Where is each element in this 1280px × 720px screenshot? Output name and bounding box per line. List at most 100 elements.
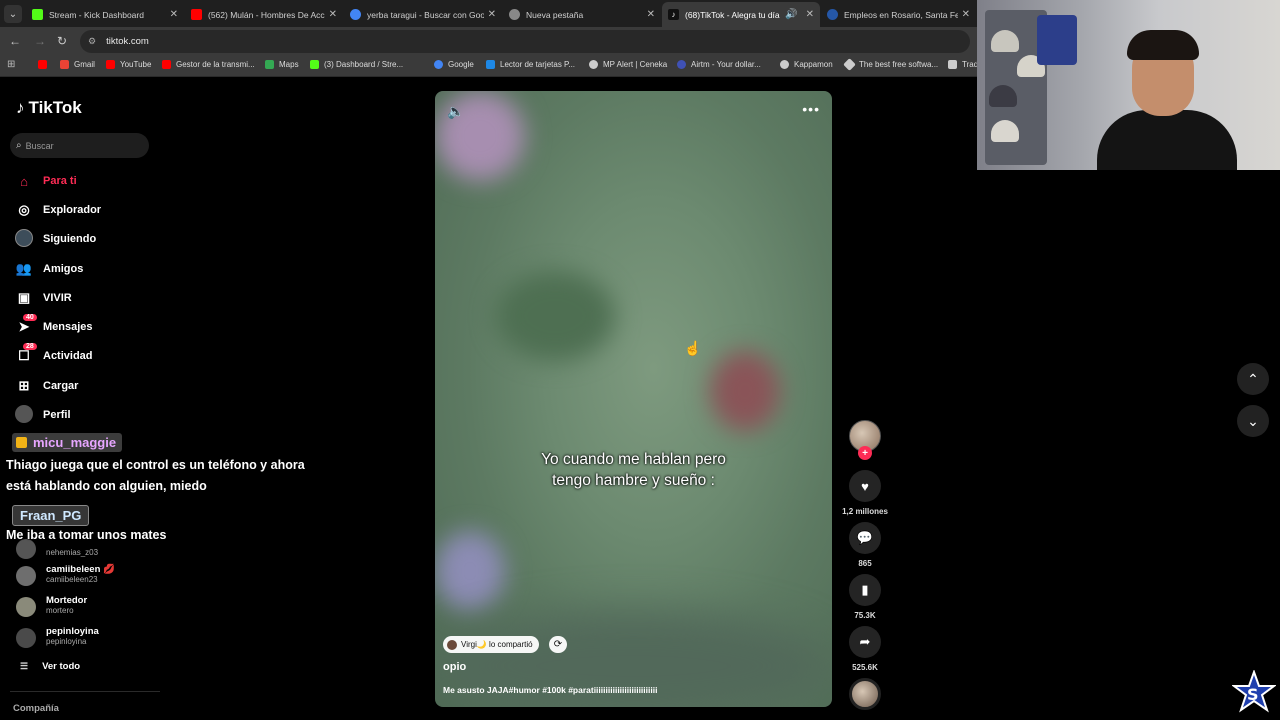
share-button[interactable]: ➦ 525.6K [849, 626, 881, 672]
reload-icon[interactable]: ↻ [57, 34, 67, 48]
nav-amigos[interactable]: 👥 Amigos [14, 259, 83, 279]
tiktok-logo[interactable]: ♪ TikTok [16, 98, 82, 118]
bookmark-gestor-transmision[interactable]: Gestor de la transmi... [162, 60, 255, 69]
company-link[interactable]: Compañía [13, 703, 59, 714]
site-info-icon[interactable]: ⚙ [88, 36, 96, 47]
card-reader-icon [486, 60, 495, 69]
forward-icon[interactable]: → [34, 34, 46, 48]
next-video-button[interactable]: ⌄ [1237, 405, 1269, 437]
diamond-icon [843, 58, 856, 71]
follow-plus-icon[interactable]: + [858, 446, 872, 460]
video-author[interactable]: opio [443, 661, 466, 673]
tab-search-icon[interactable]: ⌄ [4, 5, 22, 23]
close-icon[interactable]: ✕ [488, 9, 496, 20]
home-icon: ⌂ [20, 173, 28, 189]
sidebar-divider [10, 691, 160, 692]
bookmark-google[interactable]: Google [434, 60, 474, 69]
tab-youtube-mulan[interactable]: (562) Mulán - Hombres De Acción ✕ [185, 2, 343, 27]
profile-icon [14, 404, 34, 426]
video-player[interactable]: 🔈 ••• Yo cuando me hablan pero tengo ham… [435, 91, 832, 707]
video-blur-blob [435, 531, 505, 611]
bookmark-maps[interactable]: Maps [265, 60, 299, 69]
like-count: 1,2 millones [842, 507, 888, 516]
share-icon: ➦ [849, 626, 881, 658]
close-icon[interactable]: ✕ [962, 9, 970, 20]
nav-mensajes[interactable]: ➤ 40 Mensajes [14, 314, 93, 337]
tab-new-tab[interactable]: Nueva pestaña ✕ [503, 2, 661, 27]
svg-text:S: S [1247, 685, 1259, 704]
bookmark-lector-tarjetas[interactable]: Lector de tarjetas P... [486, 60, 575, 69]
bookmark-youtube[interactable]: YouTube [106, 60, 151, 69]
address-bar[interactable]: ⚙ tiktok.com [80, 30, 970, 53]
tab-kick-dashboard[interactable]: Stream - Kick Dashboard ✕ [26, 2, 184, 27]
music-disc-icon[interactable] [849, 678, 881, 710]
screen: ⌄ Stream - Kick Dashboard ✕ (562) Mulán … [0, 0, 1280, 720]
mp-alert-icon [589, 60, 598, 69]
nav-perfil[interactable]: Perfil [14, 404, 71, 426]
following-account[interactable]: camiibeleen 💋 camiibeleen23 [16, 564, 166, 586]
close-icon[interactable]: ✕ [647, 9, 655, 20]
bookmark-youtube-red[interactable] [38, 60, 52, 69]
webcam-cap [991, 120, 1019, 142]
nav-cargar[interactable]: ⊞ Cargar [14, 376, 79, 396]
video-blur-blob [710, 351, 780, 431]
bookmark-tradi[interactable]: Tradi [948, 60, 980, 69]
following-account[interactable]: pepinloyina pepinloyina [16, 626, 166, 648]
see-all-button[interactable]: ☰ Ver todo [20, 661, 80, 672]
back-icon[interactable]: ← [9, 34, 21, 48]
speaker-icon[interactable]: 🔊 [785, 9, 797, 20]
nav-siguiendo[interactable]: Siguiendo [14, 228, 96, 249]
nav-actividad[interactable]: ☐ 28 Actividad [14, 343, 93, 366]
video-blur-blob [495, 271, 615, 361]
indeed-icon [827, 9, 838, 20]
search-icon: ⌕ [16, 140, 22, 151]
heart-icon: ♥ [849, 470, 881, 502]
messages-badge: 40 [23, 314, 37, 321]
volume-icon[interactable]: 🔈 [447, 103, 464, 120]
close-icon[interactable]: ✕ [170, 9, 178, 20]
more-options-icon[interactable]: ••• [802, 101, 820, 117]
previous-video-button[interactable]: ⌃ [1237, 363, 1269, 395]
chat-username: micu_maggie [12, 433, 123, 452]
webcam-person-body [1097, 110, 1237, 170]
like-button[interactable]: ♥ 1,2 millones [842, 470, 888, 516]
share-count: 525.6K [852, 663, 878, 672]
reposted-by-chip[interactable]: Virgi🌙 lo compartió [443, 636, 539, 653]
bookmark-kappamon[interactable]: Kappamon [780, 60, 833, 69]
nav-para-ti[interactable]: ⌂ Para ti [14, 171, 77, 191]
chat-username: Fraan_PG [12, 505, 90, 526]
search-input[interactable]: ⌕ Buscar [10, 133, 149, 158]
tab-tiktok[interactable]: ♪ (68)TikTok - Alegra tu día 🔊 ✕ [662, 2, 820, 27]
hand-cursor-icon: ☝ [684, 340, 702, 356]
apps-grid-icon[interactable]: ⊞ [7, 59, 15, 70]
close-icon[interactable]: ✕ [806, 9, 814, 20]
avatar [447, 639, 457, 650]
bookmark-mp-alert[interactable]: MP Alert | Ceneka [589, 60, 667, 69]
gmail-icon [60, 60, 69, 69]
bookmark-gmail[interactable]: Gmail [60, 60, 95, 69]
google-icon [350, 9, 361, 20]
close-icon[interactable]: ✕ [329, 9, 337, 20]
kick-icon [32, 9, 43, 20]
nav-explorador[interactable]: ◎ Explorador [14, 200, 101, 220]
webcam-cap [989, 85, 1017, 107]
save-button[interactable]: ▮ 75.3K [849, 574, 881, 620]
tab-google-search[interactable]: yerba taragui - Buscar con Google ✕ [344, 2, 502, 27]
bookmark-best-free-software[interactable]: The best free softwa... [843, 58, 938, 71]
following-account[interactable]: Mortedor mortero [16, 595, 166, 617]
avatar [16, 539, 36, 559]
youtube-icon [191, 9, 202, 20]
bookmark-kick-dashboard[interactable]: (3) Dashboard / Stre... [310, 60, 403, 69]
subscriber-badge-icon [16, 437, 27, 448]
nav-vivir[interactable]: ▣ VIVIR [14, 288, 72, 308]
comment-button[interactable]: 💬 865 [849, 522, 881, 568]
streamer-star-logo-icon: S [1232, 670, 1276, 713]
comment-count: 865 [858, 559, 872, 568]
save-count: 75.3K [854, 611, 876, 620]
send-icon: ➤ 40 [14, 314, 37, 335]
repost-icon[interactable]: ⟳ [549, 636, 567, 653]
webcam-cap [991, 30, 1019, 52]
tab-empleos[interactable]: Empleos en Rosario, Santa Fe ✕ [821, 2, 976, 27]
bookmark-airtm[interactable]: Airtm - Your dollar... [677, 60, 761, 69]
list-icon: ☰ [20, 661, 29, 671]
